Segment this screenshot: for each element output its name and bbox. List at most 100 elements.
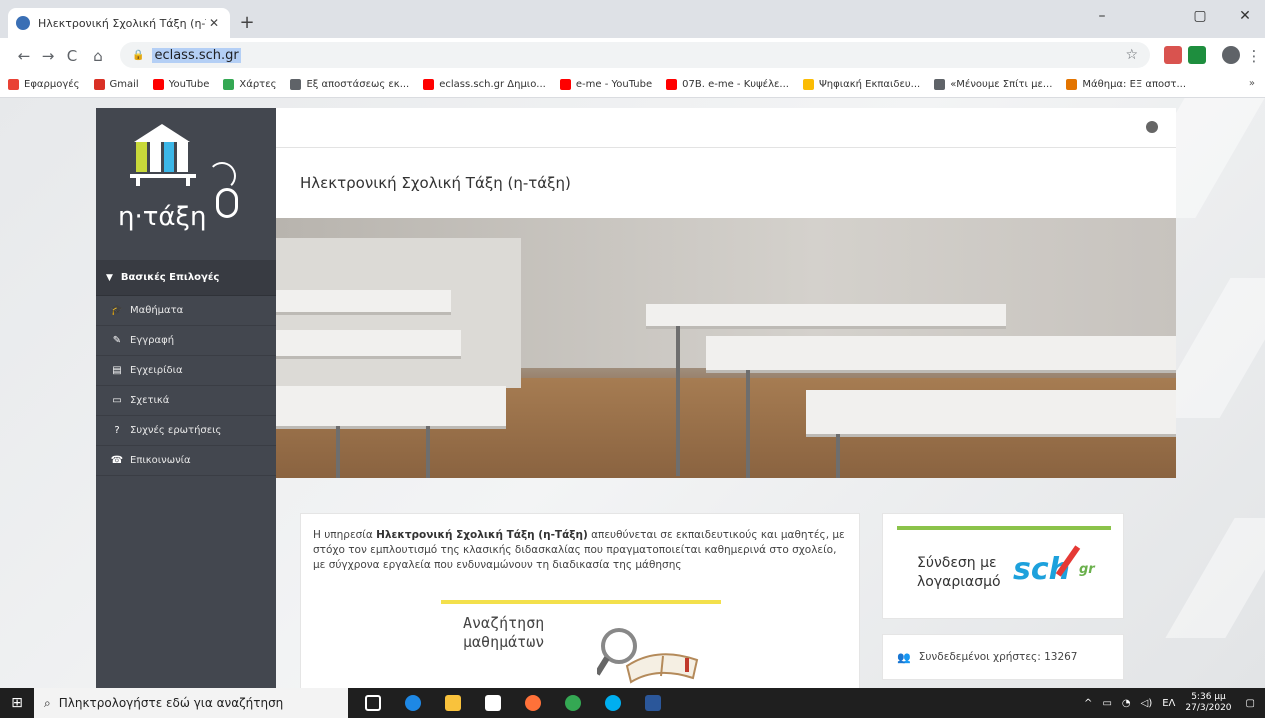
back-button[interactable]: ←	[14, 46, 34, 66]
bookmark-label: eclass.sch.gr Δημιο...	[439, 79, 546, 90]
task-view-icon[interactable]	[358, 688, 388, 718]
page-title-bar: Ηλεκτρονική Σχολική Τάξη (η-τάξη)	[276, 148, 1176, 218]
hero-desk-leg	[676, 326, 680, 476]
bookmark-item[interactable]: «Μένουμε Σπίτι με...	[934, 79, 1052, 90]
battery-icon[interactable]: ▭	[1102, 698, 1111, 709]
nav-section-title: Βασικές Επιλογές	[120, 272, 220, 283]
sidebar-item[interactable]: 🎓 Μαθήματα	[96, 296, 276, 326]
address-bar[interactable]: 🔒 eclass.sch.gr ☆	[120, 42, 1150, 68]
bookmark-label: Εξ αποστάσεως εκ...	[306, 79, 410, 90]
bookmark-label: Ψηφιακή Εκπαιδευ...	[818, 79, 921, 90]
clock[interactable]: 5:36 μμ 27/3/2020	[1185, 692, 1231, 714]
hero-desk-leg	[426, 426, 430, 478]
main-content: Ηλεκτρονική Σχολική Τάξη (η-τάξη) Η υπηρ…	[276, 108, 1176, 688]
sidebar-item[interactable]: ▭ Σχετικά	[96, 386, 276, 416]
bookmark-favicon-icon	[8, 79, 19, 90]
bookmark-favicon-icon	[559, 79, 571, 90]
edge-icon[interactable]	[398, 688, 428, 718]
hero-desk	[806, 390, 1176, 434]
sidebar-item[interactable]: ✎ Εγγραφή	[96, 326, 276, 356]
sidebar-item-label: Επικοινωνία	[130, 455, 191, 466]
skype-icon[interactable]	[598, 688, 628, 718]
taskbar: ⊞ ⌕ Πληκτρολογήστε εδώ για αναζήτηση ^ ▭…	[0, 688, 1265, 718]
logo-roof-icon	[134, 124, 190, 142]
url-text[interactable]: eclass.sch.gr	[152, 47, 241, 63]
bookmark-star-icon[interactable]: ☆	[1125, 47, 1138, 63]
bookmark-favicon-icon	[666, 79, 678, 90]
minimize-button[interactable]: –	[1082, 8, 1122, 30]
word-icon[interactable]	[638, 688, 668, 718]
clock-date: 27/3/2020	[1185, 703, 1232, 713]
pdf-extension-icon[interactable]	[1164, 46, 1182, 64]
yellow-divider	[441, 600, 721, 604]
site-favicon-icon	[16, 16, 30, 30]
bookmark-item[interactable]: YouTube	[152, 79, 209, 90]
bookmark-favicon-icon	[152, 79, 164, 90]
users-icon: 👥	[897, 650, 911, 664]
globe-icon[interactable]	[1146, 121, 1158, 133]
firefox-icon[interactable]	[518, 688, 548, 718]
browser-tab[interactable]: Ηλεκτρονική Σχολική Τάξη (η-Τά ✕	[8, 8, 230, 38]
browser-toolbar: ← → C ⌂ 🔒 eclass.sch.gr ☆ ⋮	[0, 38, 1265, 72]
windows-start-icon[interactable]: ⊞	[0, 688, 34, 718]
site-logo[interactable]: η·τάξη	[96, 108, 276, 260]
extension-icon[interactable]	[1188, 46, 1206, 64]
logo-legs	[136, 178, 190, 186]
forward-button[interactable]: →	[38, 46, 58, 66]
logo-cord	[208, 162, 236, 190]
login-label: Σύνδεση με λογαριασμό	[917, 554, 1001, 592]
mouse-icon	[216, 188, 238, 218]
intro-prefix: Η υπηρεσία	[313, 529, 377, 541]
book-magnifier-icon[interactable]	[597, 626, 707, 686]
wifi-icon[interactable]: ◔	[1122, 698, 1131, 709]
bookmark-item[interactable]: Χάρτες	[223, 79, 276, 90]
file-explorer-icon[interactable]	[438, 688, 468, 718]
notifications-icon[interactable]: ▢	[1246, 698, 1255, 709]
language-indicator[interactable]: ΕΛ	[1162, 698, 1175, 709]
sidebar-item[interactable]: ☎ Επικοινωνία	[96, 446, 276, 476]
bookmark-label: «Μένουμε Σπίτι με...	[950, 79, 1053, 90]
bookmark-label: 07Β. e-me - Κυψέλε...	[682, 79, 789, 90]
close-window-button[interactable]: ✕	[1225, 8, 1265, 30]
sidebar-item[interactable]: ? Συχνές ερωτήσεις	[96, 416, 276, 446]
course-search-link[interactable]: Αναζήτηση μαθημάτων	[463, 614, 544, 652]
sch-login-panel[interactable]: Σύνδεση με λογαριασμό sch gr	[882, 513, 1124, 619]
bookmark-item[interactable]: e-me - YouTube	[559, 79, 652, 90]
tab-close-icon[interactable]: ✕	[206, 16, 222, 30]
bookmark-item[interactable]: Εξ αποστάσεως εκ...	[290, 79, 409, 90]
document-icon: ▤	[112, 365, 122, 376]
bookmark-item[interactable]: Μάθημα: ΕΞ αποστ...	[1066, 79, 1186, 90]
bookmark-favicon-icon	[802, 79, 814, 90]
nav-section-header[interactable]: ▼ Βασικές Επιλογές	[96, 260, 276, 296]
bookmarks-more-icon[interactable]: »	[1249, 78, 1255, 89]
taskbar-search[interactable]: ⌕ Πληκτρολογήστε εδώ για αναζήτηση	[34, 688, 348, 718]
tray-chevron-up-icon[interactable]: ^	[1084, 698, 1092, 709]
bookmark-favicon-icon	[223, 79, 235, 90]
intro-text: Η υπηρεσία Ηλεκτρονική Σχολική Τάξη (η-Τ…	[313, 528, 847, 573]
hero-desk-leg	[746, 370, 750, 478]
intro-panel: Η υπηρεσία Ηλεκτρονική Σχολική Τάξη (η-Τ…	[300, 513, 860, 688]
store-icon[interactable]	[478, 688, 508, 718]
chrome-icon[interactable]	[558, 688, 588, 718]
bookmark-label: Χάρτες	[239, 79, 277, 90]
sidebar-item-label: Συχνές ερωτήσεις	[130, 425, 222, 436]
new-tab-button[interactable]: +	[236, 12, 258, 34]
sidebar-item[interactable]: ▤ Εγχειρίδια	[96, 356, 276, 386]
maximize-button[interactable]: ▢	[1180, 8, 1220, 30]
bookmark-favicon-icon	[290, 79, 302, 90]
chevron-down-icon: ▼	[106, 272, 113, 283]
question-icon: ?	[114, 425, 120, 436]
bookmark-favicon-icon	[93, 79, 105, 90]
profile-icon[interactable]	[1222, 46, 1240, 64]
tab-title: Ηλεκτρονική Σχολική Τάξη (η-Τά	[38, 16, 206, 30]
bookmark-item[interactable]: Εφαρμογές	[8, 79, 80, 90]
home-button[interactable]: ⌂	[88, 46, 108, 66]
lock-icon: 🔒	[132, 49, 145, 61]
bookmark-item[interactable]: 07Β. e-me - Κυψέλε...	[666, 79, 789, 90]
bookmark-item[interactable]: Gmail	[93, 79, 139, 90]
volume-icon[interactable]: ◁)	[1141, 698, 1153, 709]
bookmark-item[interactable]: eclass.sch.gr Δημιο...	[423, 79, 546, 90]
reload-button[interactable]: C	[62, 46, 82, 66]
bookmark-item[interactable]: Ψηφιακή Εκπαιδευ...	[802, 79, 921, 90]
menu-kebab-icon[interactable]: ⋮	[1244, 46, 1264, 66]
